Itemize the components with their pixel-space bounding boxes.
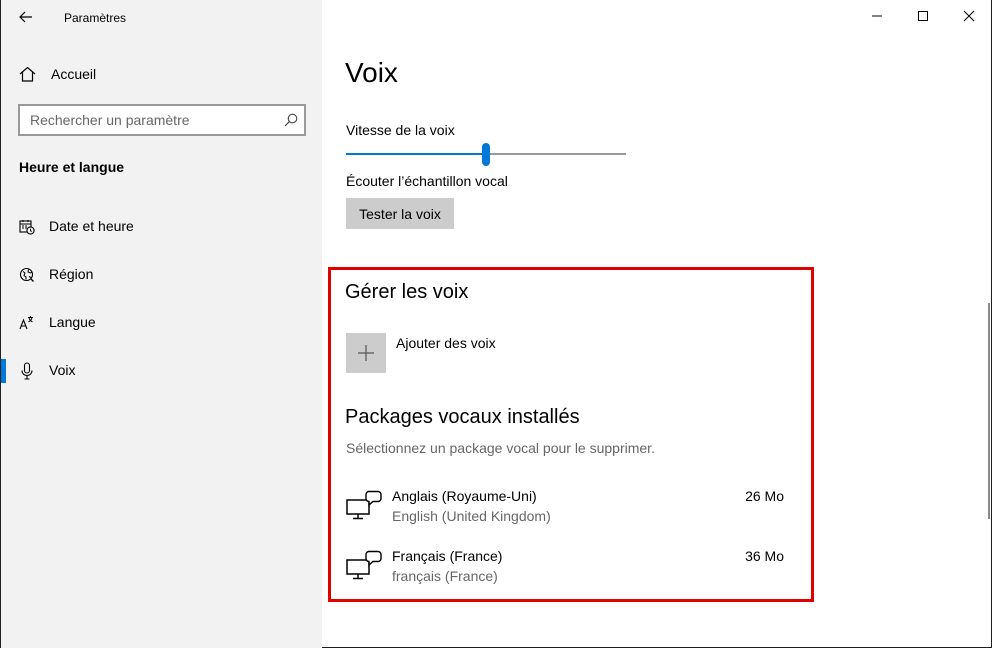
section-title: Heure et langue: [19, 159, 125, 175]
back-arrow-icon: [19, 11, 32, 23]
microphone-icon: [18, 362, 36, 380]
sidebar-item-label: Voix: [49, 362, 76, 378]
search-box[interactable]: [18, 104, 306, 136]
add-voices-button[interactable]: [346, 333, 386, 373]
sidebar-item-label: Accueil: [51, 66, 97, 82]
installed-packages-subtitle: Sélectionnez un package vocal pour le su…: [346, 440, 655, 456]
search-input[interactable]: [20, 106, 270, 134]
maximize-button[interactable]: [900, 0, 946, 32]
speech-computer-icon: [346, 550, 382, 587]
slider-thumb[interactable]: [482, 143, 490, 166]
close-button[interactable]: [946, 0, 992, 32]
back-button[interactable]: [11, 4, 41, 30]
home-icon: [19, 66, 36, 87]
page-title: Voix: [345, 57, 398, 88]
calendar-clock-icon: [18, 218, 36, 236]
settings-window: Paramètres Accueil Heure et langue Date …: [0, 0, 992, 648]
installed-packages-title: Packages vocaux installés: [345, 406, 580, 428]
minimize-icon: [872, 15, 882, 17]
search-icon: [284, 113, 298, 132]
sidebar-item-home[interactable]: Accueil: [1, 58, 322, 90]
sidebar-item-date-time[interactable]: Date et heure: [1, 206, 322, 246]
speed-label: Vitesse de la voix: [346, 122, 455, 138]
package-name: Anglais (Royaume-Uni): [392, 488, 537, 504]
app-title: Paramètres: [64, 11, 127, 25]
sidebar-item-label: Date et heure: [49, 218, 134, 234]
voice-package-item[interactable]: Français (France) français (France) 36 M…: [341, 548, 791, 598]
sidebar-item-region[interactable]: Région: [1, 254, 322, 294]
package-subtitle: English (United Kingdom): [392, 508, 551, 524]
plus-icon: [358, 345, 374, 361]
scrollbar[interactable]: [988, 303, 990, 519]
minimize-button[interactable]: [854, 0, 900, 32]
manage-voices-title: Gérer les voix: [345, 281, 469, 303]
maximize-icon: [918, 11, 928, 21]
test-voice-button[interactable]: Tester la voix: [346, 198, 454, 229]
slider-fill: [346, 153, 486, 155]
language-icon: [18, 314, 36, 332]
sidebar-item-voice[interactable]: Voix: [1, 350, 322, 390]
sidebar-item-label: Langue: [49, 314, 96, 330]
speech-computer-icon: [346, 490, 382, 527]
sample-label: Écouter l’échantillon vocal: [346, 173, 508, 189]
speed-slider[interactable]: [346, 142, 626, 166]
voice-package-item[interactable]: Anglais (Royaume-Uni) English (United Ki…: [341, 488, 791, 538]
package-name: Français (France): [392, 548, 503, 564]
close-icon: [963, 10, 975, 22]
sidebar-item-label: Région: [49, 266, 94, 282]
globe-icon: [18, 266, 36, 284]
package-size: 26 Mo: [745, 488, 784, 504]
package-size: 36 Mo: [745, 548, 784, 564]
add-voices-label[interactable]: Ajouter des voix: [396, 335, 496, 351]
sidebar: Paramètres Accueil Heure et langue Date …: [1, 0, 322, 648]
package-subtitle: français (France): [392, 568, 498, 584]
sidebar-item-language[interactable]: Langue: [1, 302, 322, 342]
